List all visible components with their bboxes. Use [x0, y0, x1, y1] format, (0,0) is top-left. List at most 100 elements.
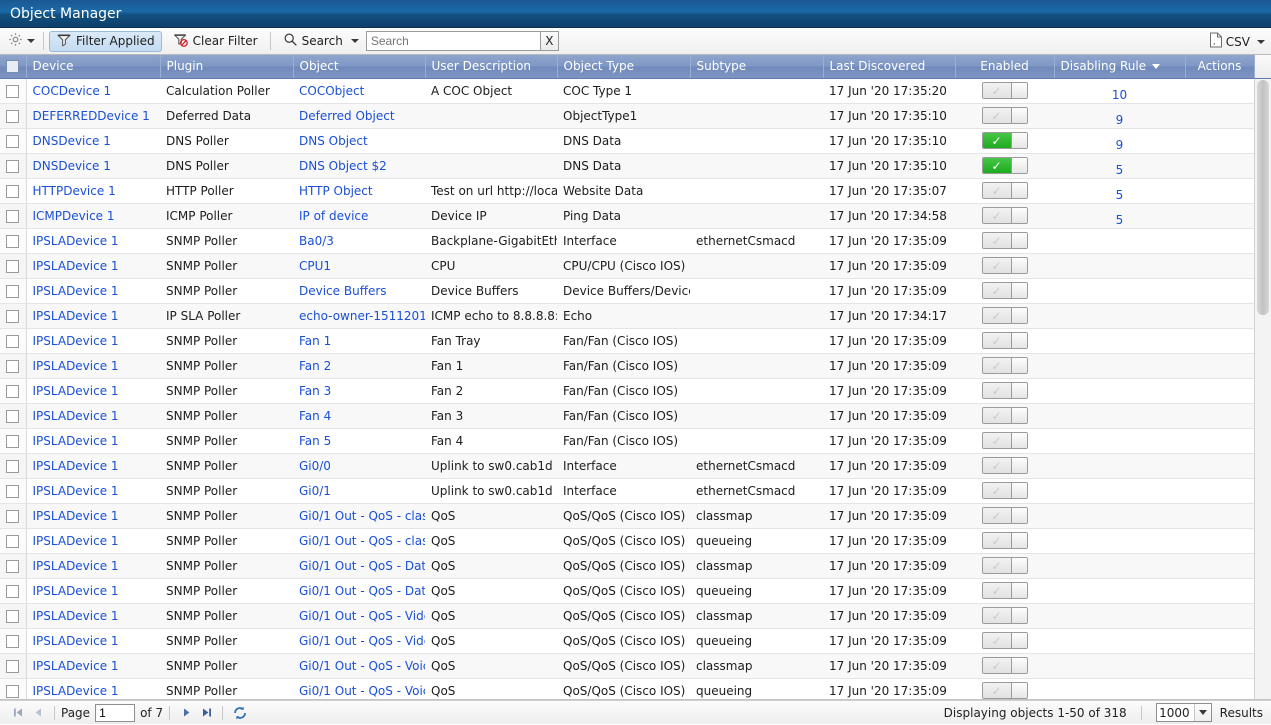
- enabled-toggle[interactable]: ✓: [981, 532, 1028, 549]
- row-checkbox[interactable]: [6, 259, 20, 273]
- row-checkbox[interactable]: [6, 659, 20, 673]
- row-select-cell[interactable]: [0, 78, 27, 104]
- row-select-cell[interactable]: [0, 128, 27, 154]
- cell-enabled[interactable]: ✓: [955, 403, 1054, 429]
- enabled-toggle[interactable]: ✓: [981, 607, 1028, 624]
- cell-device-link[interactable]: ICMPDevice 1: [33, 209, 115, 223]
- disabling-rule-link[interactable]: 5: [1116, 163, 1124, 177]
- cell-object-link[interactable]: Device Buffers: [299, 284, 387, 298]
- table-row[interactable]: HTTPDevice 1 HTTP Poller HTTP Object Test o…: [0, 178, 1254, 204]
- cell-device-link[interactable]: IPSLADevice 1: [33, 459, 119, 473]
- cell-enabled[interactable]: ✓: [955, 478, 1054, 504]
- cell-device[interactable]: IPSLADevice 1: [26, 478, 160, 504]
- row-checkbox[interactable]: [6, 309, 20, 323]
- cell-object-link[interactable]: Gi0/1: [299, 484, 331, 498]
- cell-device-link[interactable]: IPSLADevice 1: [33, 659, 119, 673]
- cell-object[interactable]: Deferred Object: [293, 103, 425, 129]
- row-checkbox[interactable]: [6, 509, 20, 523]
- cell-device-link[interactable]: DNSDevice 1: [33, 134, 111, 148]
- cell-device-link[interactable]: IPSLADevice 1: [33, 234, 119, 248]
- enabled-toggle[interactable]: ✓: [981, 407, 1028, 424]
- row-checkbox[interactable]: [6, 359, 20, 373]
- enabled-toggle[interactable]: ✓: [981, 157, 1028, 174]
- table-row[interactable]: IPSLADevice 1 SNMP Poller Fan 2 Fan 1 Fan/Fa…: [0, 353, 1254, 379]
- cell-enabled[interactable]: ✓: [955, 553, 1054, 579]
- table-row[interactable]: IPSLADevice 1 SNMP Poller Gi0/1 Out - QoS …: [0, 603, 1254, 629]
- cell-device[interactable]: IPSLADevice 1: [26, 303, 160, 329]
- cell-device-link[interactable]: COCDevice 1: [33, 84, 112, 98]
- cell-device-link[interactable]: IPSLADevice 1: [33, 534, 119, 548]
- settings-menu-button[interactable]: [4, 32, 38, 50]
- cell-object-link[interactable]: COCObject: [299, 84, 364, 98]
- cell-object-link[interactable]: Gi0/1 Out - QoS - Data...: [299, 584, 425, 598]
- row-select-cell[interactable]: [0, 453, 27, 479]
- cell-device[interactable]: IPSLADevice 1: [26, 553, 160, 579]
- disabling-rule-link[interactable]: 10: [1112, 88, 1127, 102]
- row-select-cell[interactable]: [0, 203, 27, 229]
- row-select-cell[interactable]: [0, 578, 27, 604]
- cell-object[interactable]: CPU1: [293, 253, 425, 279]
- row-select-cell[interactable]: [0, 328, 27, 354]
- cell-device[interactable]: COCDevice 1: [26, 78, 160, 104]
- cell-device-link[interactable]: DEFERREDDevice 1: [33, 109, 150, 123]
- cell-object[interactable]: Gi0/1 Out - QoS - Data...: [293, 553, 425, 579]
- cell-enabled[interactable]: ✓: [955, 328, 1054, 354]
- disabling-rule-link[interactable]: 5: [1116, 213, 1124, 227]
- cell-object[interactable]: DNS Object $2: [293, 153, 425, 179]
- cell-object[interactable]: Gi0/1 Out - QoS - class...: [293, 503, 425, 529]
- cell-device[interactable]: DNSDevice 1: [26, 128, 160, 154]
- cell-device-link[interactable]: IPSLADevice 1: [33, 584, 119, 598]
- last-page-button[interactable]: [196, 704, 216, 722]
- cell-object[interactable]: Gi0/1 Out - QoS - class...: [293, 528, 425, 554]
- enabled-toggle[interactable]: ✓: [981, 107, 1028, 124]
- disabling-rule-link[interactable]: 5: [1116, 188, 1124, 202]
- cell-object-link[interactable]: DNS Object: [299, 134, 368, 148]
- column-header-enabled[interactable]: Enabled: [955, 55, 1055, 79]
- cell-disabling-rule[interactable]: 9: [1054, 128, 1185, 154]
- cell-object-link[interactable]: Gi0/0: [299, 459, 331, 473]
- cell-device[interactable]: IPSLADevice 1: [26, 378, 160, 404]
- table-row[interactable]: COCDevice 1 Calculation Poller COCObject A …: [0, 78, 1254, 104]
- cell-device[interactable]: IPSLADevice 1: [26, 253, 160, 279]
- enabled-toggle[interactable]: ✓: [981, 182, 1028, 199]
- chevron-down-icon[interactable]: [1193, 704, 1211, 721]
- cell-enabled[interactable]: ✓: [955, 228, 1054, 254]
- cell-enabled[interactable]: ✓: [955, 453, 1054, 479]
- row-select-cell[interactable]: [0, 153, 27, 179]
- column-header-subtype[interactable]: Subtype: [690, 55, 824, 79]
- cell-device-link[interactable]: IPSLADevice 1: [33, 359, 119, 373]
- cell-device-link[interactable]: IPSLADevice 1: [33, 309, 119, 323]
- cell-device[interactable]: IPSLADevice 1: [26, 503, 160, 529]
- cell-enabled[interactable]: ✓: [955, 278, 1054, 304]
- row-select-cell[interactable]: [0, 603, 27, 629]
- cell-object-link[interactable]: IP of device: [299, 209, 368, 223]
- table-row[interactable]: IPSLADevice 1 SNMP Poller Gi0/0 Uplink to s…: [0, 453, 1254, 479]
- cell-device-link[interactable]: DNSDevice 1: [33, 159, 111, 173]
- row-select-cell[interactable]: [0, 528, 27, 554]
- cell-object-link[interactable]: DNS Object $2: [299, 159, 387, 173]
- row-select-cell[interactable]: [0, 503, 27, 529]
- cell-device[interactable]: IPSLADevice 1: [26, 603, 160, 629]
- cell-enabled[interactable]: ✓: [955, 653, 1054, 679]
- cell-object-link[interactable]: Ba0/3: [299, 234, 334, 248]
- cell-object[interactable]: Gi0/1 Out - QoS - Vide...: [293, 603, 425, 629]
- cell-disabling-rule[interactable]: 9: [1054, 103, 1185, 129]
- cell-object-link[interactable]: Fan 3: [299, 384, 331, 398]
- enabled-toggle[interactable]: ✓: [981, 632, 1028, 649]
- cell-object[interactable]: Gi0/1 Out - QoS - Voic...: [293, 653, 425, 679]
- table-row[interactable]: IPSLADevice 1 SNMP Poller Gi0/1 Out - QoS …: [0, 553, 1254, 579]
- enabled-toggle[interactable]: ✓: [981, 657, 1028, 674]
- cell-disabling-rule[interactable]: 5: [1054, 203, 1185, 229]
- cell-object-link[interactable]: Gi0/1 Out - QoS - Voic...: [299, 659, 425, 673]
- disabling-rule-link[interactable]: 9: [1116, 113, 1124, 127]
- cell-disabling-rule[interactable]: 5: [1054, 153, 1185, 179]
- enabled-toggle[interactable]: ✓: [981, 357, 1028, 374]
- row-select-cell[interactable]: [0, 228, 27, 254]
- cell-device[interactable]: ICMPDevice 1: [26, 203, 160, 229]
- cell-object-link[interactable]: Fan 5: [299, 434, 331, 448]
- enabled-toggle[interactable]: ✓: [981, 282, 1028, 299]
- cell-object[interactable]: Device Buffers: [293, 278, 425, 304]
- cell-disabling-rule[interactable]: 10: [1054, 78, 1185, 104]
- disabling-rule-link[interactable]: 9: [1116, 138, 1124, 152]
- enabled-toggle[interactable]: ✓: [981, 507, 1028, 524]
